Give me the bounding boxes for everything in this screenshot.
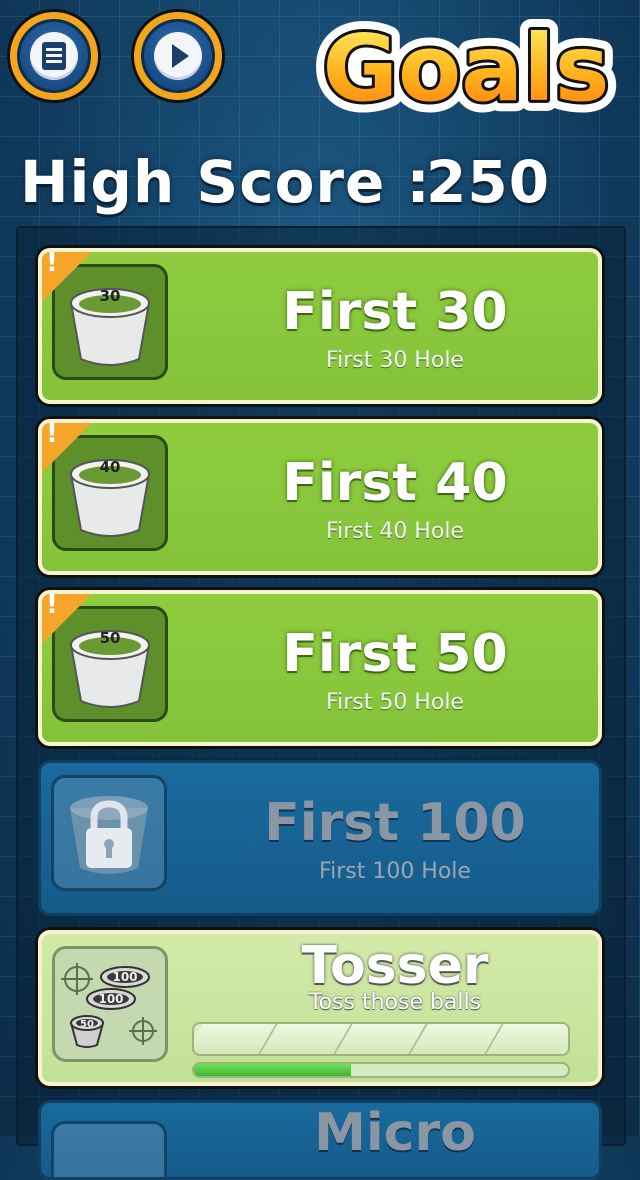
play-icon — [154, 32, 202, 80]
goals-logo: Goals Goals — [305, 4, 627, 133]
progress-bar — [192, 1062, 570, 1078]
play-button[interactable] — [134, 12, 222, 100]
goal-title: First 50 — [282, 624, 508, 684]
segmented-progress-track — [192, 1022, 570, 1056]
goal-subtitle: First 30 Hole — [326, 348, 464, 373]
new-badge: ! — [42, 252, 96, 306]
svg-text:40: 40 — [100, 458, 121, 476]
menu-button[interactable] — [10, 12, 98, 100]
goal-subtitle: First 50 Hole — [326, 690, 464, 715]
goal-title: First 40 — [282, 453, 508, 513]
goal-title: Tosser — [301, 936, 489, 996]
padlock-icon — [70, 796, 148, 874]
svg-text:30: 30 — [100, 287, 121, 305]
goal-icon-box — [51, 1121, 167, 1177]
goal-subtitle: First 100 Hole — [319, 859, 471, 884]
goal-card-first-40[interactable]: 40 ! First 40 First 40 Hole — [38, 419, 602, 575]
goal-icon-box — [51, 775, 167, 891]
svg-text:100: 100 — [98, 992, 123, 1006]
cups-stack-icon: 100 100 50 — [61, 963, 157, 1048]
high-score: High Score : 250 — [20, 150, 620, 214]
goal-icon-box: 100 100 50 — [52, 946, 168, 1062]
list-icon — [30, 32, 78, 80]
goal-card-first-50[interactable]: 50 ! First 50 First 50 Hole — [38, 590, 602, 746]
goal-card-tosser[interactable]: 100 100 50 Tosser Toss those balls — [38, 930, 602, 1086]
goal-card-micro[interactable]: Micro — [38, 1100, 602, 1180]
goal-title: Micro — [314, 1103, 476, 1163]
goal-card-first-100[interactable]: First 100 First 100 Hole — [38, 760, 602, 916]
goal-title: First 30 — [282, 282, 508, 342]
progress-bar-fill — [194, 1064, 352, 1076]
new-badge: ! — [42, 594, 96, 648]
high-score-value: 250 — [426, 148, 551, 216]
svg-text:Goals: Goals — [322, 15, 609, 122]
goal-title: First 100 — [264, 793, 526, 853]
svg-text:50: 50 — [80, 1019, 94, 1030]
goal-subtitle: Toss those balls — [308, 990, 482, 1015]
svg-text:50: 50 — [100, 629, 121, 647]
high-score-label: High Score : — [20, 148, 431, 216]
goal-card-first-30[interactable]: 30 ! First 30 First 30 Hole — [38, 248, 602, 404]
goal-subtitle: First 40 Hole — [326, 519, 464, 544]
new-badge: ! — [42, 423, 96, 477]
svg-text:100: 100 — [112, 970, 137, 984]
